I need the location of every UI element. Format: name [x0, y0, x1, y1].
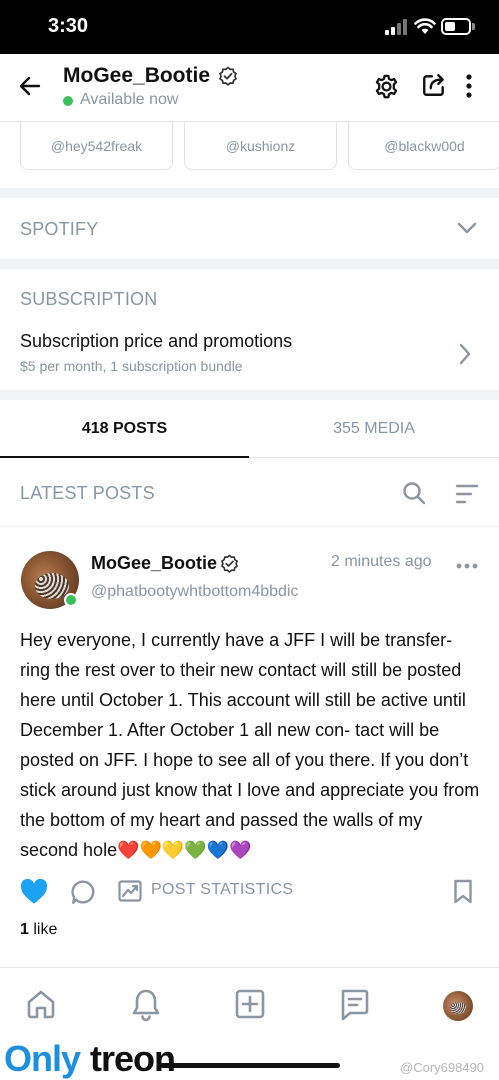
active-tab-indicator: [0, 456, 249, 458]
profile-name: MoGee_Bootie: [63, 64, 211, 87]
status-bar: 3:30: [0, 0, 499, 54]
post-body: Hey everyone, I currently have a JFF I w…: [20, 625, 482, 865]
section-divider: [0, 390, 499, 400]
subscription-main-label: Subscription price and promotions: [20, 331, 293, 351]
watermark-logo-treon: treon: [90, 1038, 176, 1079]
section-divider: [0, 259, 499, 269]
section-divider: [0, 526, 499, 527]
home-indicator[interactable]: [160, 1063, 340, 1068]
back-arrow-icon[interactable]: [18, 74, 42, 98]
chevron-right-icon[interactable]: [458, 343, 472, 365]
post-statistics-button[interactable]: POST STATISTICS: [151, 881, 293, 899]
gear-icon[interactable]: [373, 73, 400, 100]
verified-badge-icon: [219, 66, 237, 86]
bookmark-icon[interactable]: [453, 879, 473, 904]
chevron-down-icon[interactable]: [457, 221, 477, 235]
availability-status: Available now: [80, 91, 179, 108]
like-count-number: 1: [20, 921, 29, 938]
post-statistics-icon[interactable]: [118, 880, 142, 902]
post-author-name[interactable]: MoGee_Bootie: [91, 553, 217, 574]
more-horizontal-icon[interactable]: [456, 562, 478, 570]
notifications-bell-icon[interactable]: [130, 988, 162, 1022]
like-count-label: like: [33, 921, 58, 938]
post-hearts-emoji: ❤️🧡💛💚💙💜: [117, 840, 252, 860]
search-icon[interactable]: [402, 481, 426, 505]
latest-posts-title: LATEST POSTS: [20, 483, 155, 503]
spotify-title: SPOTIFY: [20, 219, 99, 239]
comment-icon[interactable]: [70, 879, 96, 905]
bottom-nav: [0, 967, 499, 1043]
share-icon[interactable]: [421, 72, 447, 98]
section-divider: [0, 188, 499, 198]
suggested-creator-handle: @hey542freak: [50, 138, 143, 154]
more-vertical-icon[interactable]: [463, 73, 475, 99]
messages-icon[interactable]: [338, 988, 370, 1022]
profile-avatar-nav[interactable]: [443, 991, 473, 1021]
status-time: 3:30: [48, 15, 89, 37]
suggested-creator-handle: @blackw00d: [384, 138, 465, 154]
watermark-logo-only: Only: [4, 1038, 81, 1079]
online-status-dot: [63, 96, 73, 106]
heart-like-icon[interactable]: [20, 879, 48, 905]
tab-posts[interactable]: 418 POSTS: [0, 420, 249, 438]
online-status-dot: [64, 593, 78, 607]
battery-tip: [472, 23, 475, 30]
post-body-text: Hey everyone, I currently have a JFF I w…: [20, 630, 480, 860]
battery-icon: [441, 18, 471, 35]
tab-media[interactable]: 355 MEDIA: [249, 420, 499, 438]
subscription-title: SUBSCRIPTION: [20, 289, 158, 309]
cellular-signal-icon: [385, 19, 407, 35]
sort-icon[interactable]: [455, 484, 479, 504]
verified-badge-icon: [221, 554, 238, 573]
add-post-icon[interactable]: [234, 988, 266, 1020]
profile-header: MoGee_Bootie Available now: [0, 54, 499, 122]
post-author-handle[interactable]: @phatbootywhtbottom4bbdic: [91, 583, 298, 601]
subscription-detail: $5 per month, 1 subscription bundle: [20, 358, 243, 374]
watermark-username: @Cory698490: [400, 1060, 485, 1075]
suggested-creator-handle: @kushionz: [225, 138, 296, 154]
home-icon[interactable]: [25, 988, 57, 1020]
post-timestamp: 2 minutes ago: [331, 553, 432, 570]
wifi-icon: [414, 18, 436, 34]
like-count[interactable]: 1 like: [20, 921, 57, 939]
